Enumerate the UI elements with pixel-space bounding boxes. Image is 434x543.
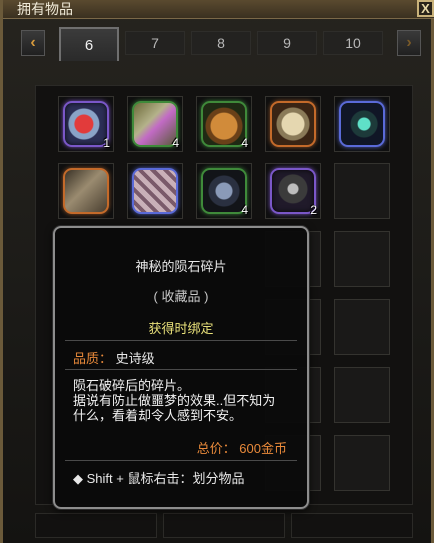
window-title: 拥有物品: [17, 1, 73, 17]
quality-value: 史诗级: [115, 351, 155, 366]
item-price: 总价： 600金币: [196, 441, 287, 456]
inventory-slot[interactable]: 4: [196, 96, 252, 152]
inventory-window: 拥有物品 X ‹ 6 7 8 9 10 › 1 4 4 4 2 神秘的陨石碎片 …: [0, 0, 434, 543]
sealed-box-icon: [63, 168, 109, 214]
inventory-slot[interactable]: 4: [196, 163, 252, 219]
item-tooltip: 神秘的陨石碎片 ( 收藏品 ) 获得时绑定 品质： 史诗级 陨石破碎后的碎片。 …: [53, 226, 309, 509]
item-count: 4: [241, 136, 248, 150]
empty-slot[interactable]: [334, 231, 390, 287]
tooltip-divider: [65, 340, 297, 341]
item-type: ( 收藏品 ): [153, 289, 209, 304]
item-description: 陨石破碎后的碎片。 据说有防止做噩梦的效果..但不知为 什么，看着却令人感到不安…: [73, 378, 295, 423]
golem-armor-icon: [270, 101, 316, 147]
description-line: 陨石破碎后的碎片。: [73, 378, 191, 393]
tab-page-10[interactable]: 10: [323, 31, 383, 55]
title-bar[interactable]: 拥有物品 X: [3, 0, 434, 19]
empty-slot[interactable]: [334, 435, 390, 491]
item-count: 4: [241, 203, 248, 217]
item-count: 2: [310, 203, 317, 217]
quality-label: 品质：: [73, 351, 113, 366]
description-line: 什么，看着却令人感到不安。: [73, 408, 243, 423]
footer-panel-middle: [163, 513, 285, 538]
item-count: 1: [103, 136, 110, 150]
serpent-rune-icon: [339, 101, 385, 147]
tooltip-divider: [65, 460, 297, 461]
inventory-slot[interactable]: [334, 96, 390, 152]
footer-panel-left: [35, 513, 157, 538]
inventory-slot[interactable]: [58, 163, 114, 219]
tab-page-7[interactable]: 7: [125, 31, 185, 55]
prev-page-arrow[interactable]: ‹: [21, 30, 45, 56]
cube-icon: [132, 168, 178, 214]
inventory-slot[interactable]: [265, 96, 321, 152]
split-hint: ◆ Shift + 鼠标右击：划分物品: [73, 471, 245, 486]
empty-slot[interactable]: [334, 367, 390, 423]
next-page-arrow[interactable]: ›: [397, 30, 421, 56]
tab-page-9[interactable]: 9: [257, 31, 317, 55]
item-name: 神秘的陨石碎片: [135, 259, 227, 274]
inventory-slot[interactable]: 4: [127, 96, 183, 152]
item-count: 4: [172, 136, 179, 150]
tab-page-6[interactable]: 6: [59, 27, 119, 61]
footer-panel-right: [291, 513, 413, 538]
inventory-slot[interactable]: 2: [265, 163, 321, 219]
bind-status: 获得时绑定: [148, 321, 214, 336]
description-line: 据说有防止做噩梦的效果..但不知为: [73, 393, 276, 408]
item-quality: 品质： 史诗级: [73, 348, 155, 367]
empty-slot[interactable]: [334, 163, 390, 219]
inventory-slot[interactable]: [127, 163, 183, 219]
tab-page-8[interactable]: 8: [191, 31, 251, 55]
empty-slot[interactable]: [334, 299, 390, 355]
page-tabs: ‹ 6 7 8 9 10 ›: [21, 27, 425, 61]
tooltip-divider: [65, 369, 297, 370]
close-button[interactable]: X: [417, 0, 434, 17]
inventory-slot[interactable]: 1: [58, 96, 114, 152]
